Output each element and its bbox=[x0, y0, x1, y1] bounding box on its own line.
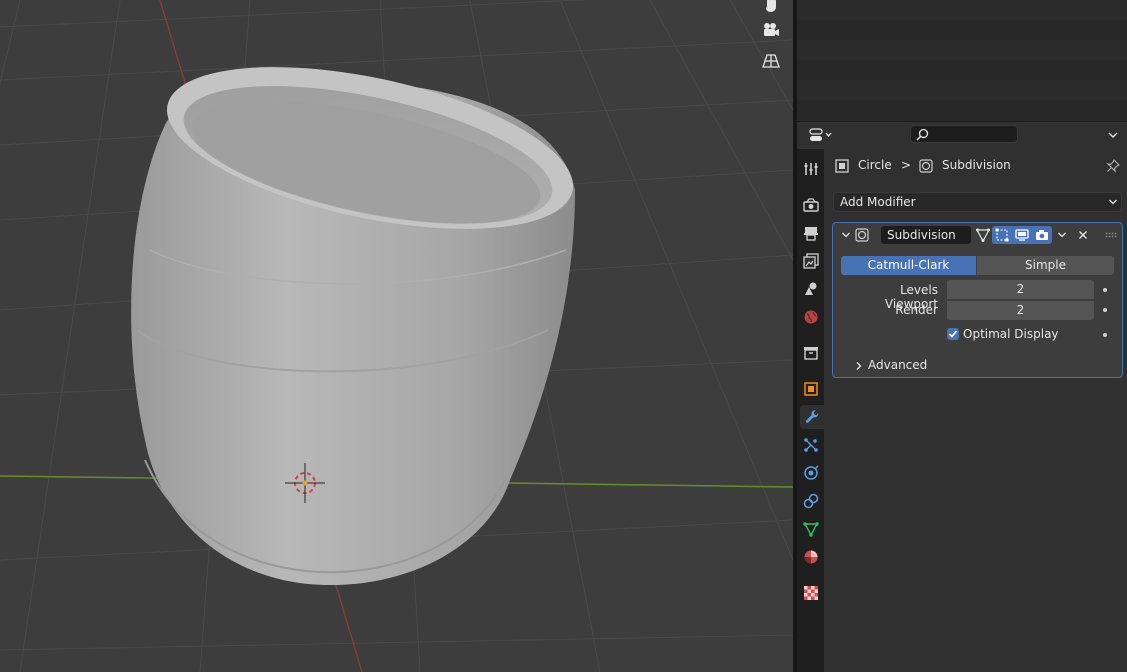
outliner-row[interactable] bbox=[797, 40, 1127, 60]
view-layer-icon[interactable] bbox=[799, 249, 823, 273]
scene-icon[interactable] bbox=[799, 277, 823, 301]
chevron-down-icon bbox=[1058, 232, 1066, 238]
object-icon[interactable] bbox=[799, 377, 823, 401]
collection-icon[interactable] bbox=[799, 341, 823, 365]
keyframe-dot[interactable] bbox=[1103, 308, 1107, 312]
breadcrumb-object: Circle bbox=[858, 158, 892, 172]
viewport-scene[interactable] bbox=[0, 0, 793, 672]
modifier-wrench-icon[interactable] bbox=[800, 405, 824, 429]
levels-viewport-field[interactable]: 2 bbox=[947, 280, 1094, 299]
world-icon[interactable] bbox=[799, 305, 823, 329]
monitor-icon bbox=[1015, 229, 1029, 241]
subdivision-modifier-icon bbox=[919, 159, 933, 173]
editor-type-button[interactable] bbox=[807, 126, 835, 144]
material-icon[interactable] bbox=[799, 545, 823, 569]
render-icon[interactable] bbox=[799, 193, 823, 217]
tool-icon[interactable] bbox=[799, 157, 823, 181]
3d-viewport[interactable] bbox=[0, 0, 793, 672]
close-icon bbox=[1079, 231, 1087, 239]
properties-editor-icon bbox=[809, 128, 832, 141]
edit-mode-toggle[interactable] bbox=[992, 226, 1012, 244]
object-icon bbox=[835, 159, 849, 173]
particles-icon[interactable] bbox=[799, 433, 823, 457]
outliner-row[interactable] bbox=[797, 60, 1127, 80]
edit-mode-icon bbox=[995, 228, 1009, 242]
breadcrumb-separator: > bbox=[901, 158, 912, 172]
chevron-down-icon bbox=[842, 232, 850, 238]
optimal-display-checkbox[interactable] bbox=[947, 328, 959, 340]
pin-icon[interactable] bbox=[1104, 157, 1122, 175]
keyframe-dot[interactable] bbox=[1103, 288, 1107, 292]
chevron-down-icon bbox=[1108, 132, 1118, 138]
simple-button[interactable]: Simple bbox=[977, 256, 1114, 275]
outliner-row[interactable] bbox=[797, 80, 1127, 100]
on-cage-toggle[interactable] bbox=[973, 226, 993, 244]
object-data-icon[interactable] bbox=[799, 517, 823, 541]
camera-icon bbox=[1036, 230, 1048, 240]
barrel-mesh[interactable] bbox=[131, 36, 587, 585]
outliner-area[interactable] bbox=[797, 0, 1127, 121]
output-icon[interactable] bbox=[799, 221, 823, 245]
add-modifier-dropdown[interactable]: Add Modifier bbox=[833, 192, 1122, 212]
render-levels-field[interactable]: 2 bbox=[947, 300, 1094, 320]
options-dropdown-button[interactable] bbox=[1102, 126, 1124, 144]
breadcrumb-modifier: Subdivision bbox=[942, 158, 1011, 172]
chevron-right-icon bbox=[856, 362, 862, 370]
texture-icon[interactable] bbox=[799, 581, 823, 605]
drag-handle-icon[interactable] bbox=[1101, 226, 1121, 244]
modifier-menu-button[interactable] bbox=[1052, 226, 1072, 244]
checkmark-icon bbox=[948, 330, 958, 338]
advanced-subpanel-header[interactable]: Advanced bbox=[852, 357, 1112, 375]
remove-modifier-button[interactable] bbox=[1073, 226, 1093, 244]
catmull-clark-button[interactable]: Catmull-Clark bbox=[841, 256, 976, 275]
constraints-icon[interactable] bbox=[799, 489, 823, 513]
keyframe-dot[interactable] bbox=[1103, 333, 1107, 337]
camera-icon[interactable] bbox=[758, 17, 784, 43]
perspective-grid-icon[interactable] bbox=[758, 48, 784, 74]
hand-icon[interactable] bbox=[758, 0, 784, 18]
outliner-row[interactable] bbox=[797, 0, 1127, 20]
viewport-display-toggle[interactable] bbox=[1012, 226, 1032, 244]
search-icon bbox=[916, 128, 929, 141]
properties-tab-bar bbox=[797, 149, 824, 672]
outliner-row[interactable] bbox=[797, 100, 1127, 120]
properties-search-input[interactable] bbox=[910, 125, 1018, 143]
edit-mode-triangle-icon bbox=[976, 228, 990, 242]
chevron-down-icon bbox=[1109, 199, 1117, 205]
physics-icon[interactable] bbox=[799, 461, 823, 485]
render-levels-label: Render bbox=[895, 303, 938, 317]
render-toggle[interactable] bbox=[1032, 226, 1052, 244]
modifier-name-field[interactable]: Subdivision bbox=[881, 226, 971, 244]
outliner-row[interactable] bbox=[797, 20, 1127, 40]
advanced-label: Advanced bbox=[868, 358, 928, 372]
add-modifier-label: Add Modifier bbox=[840, 195, 916, 209]
subdivision-modifier-icon bbox=[852, 226, 872, 244]
optimal-display-label[interactable]: Optimal Display bbox=[963, 327, 1059, 341]
